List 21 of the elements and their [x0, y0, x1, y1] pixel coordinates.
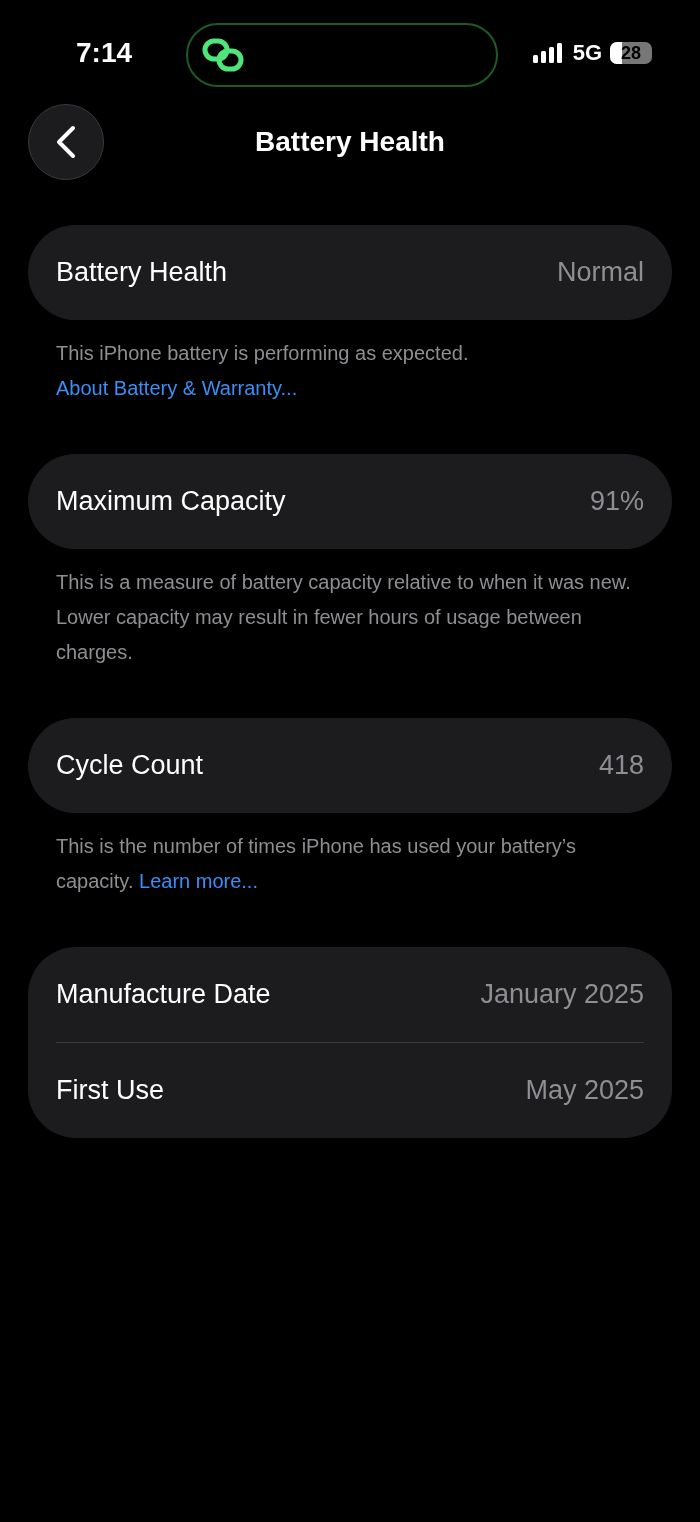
signal-icon: [532, 43, 565, 63]
row-value: May 2025: [525, 1075, 644, 1106]
link-icon: [202, 38, 244, 72]
footer-note: This is the number of times iPhone has used your battery’s capacity. Learn more...: [56, 834, 577, 894]
row-value: Normal: [557, 257, 644, 288]
network-label: 5G: [572, 40, 602, 66]
row-label: Cycle Count: [56, 750, 204, 781]
row-value: 418: [598, 750, 644, 781]
row-value: January 2025: [480, 979, 644, 1010]
row-label: Battery Health: [56, 257, 228, 288]
footer-note: This iPhone battery is performing as expected. About Battery & Warranty...: [56, 341, 470, 401]
back-icon: [55, 125, 77, 159]
row-label: First Use: [56, 1075, 164, 1106]
page-title: Battery Health: [255, 126, 445, 158]
row-value: 91%: [589, 486, 644, 517]
footer-link[interactable]: About Battery & Warranty...: [56, 377, 298, 399]
row-label: Maximum Capacity: [56, 486, 286, 517]
footer-note: This is a measure of battery capacity relative to when it was new. Lower capacity may result in fewer hours of usage between charges.: [56, 570, 632, 665]
footer-link[interactable]: Learn more...: [139, 870, 258, 892]
row-label: Manufacture Date: [56, 979, 271, 1010]
status-time: 7:14: [76, 37, 133, 69]
